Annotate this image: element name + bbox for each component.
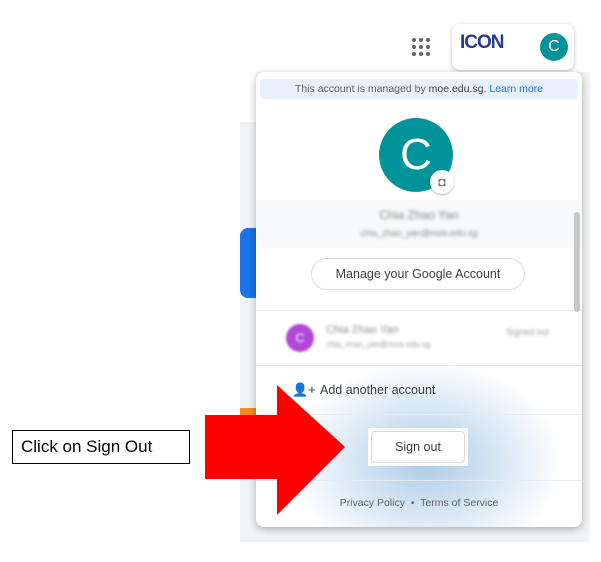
sign-out-label: Sign out — [371, 431, 465, 463]
separator: • — [410, 497, 415, 509]
background-blue-element — [240, 228, 256, 298]
avatar[interactable]: C — [540, 33, 568, 61]
manage-account-button[interactable]: Manage your Google Account — [311, 258, 525, 290]
managed-banner: This account is managed by moe.edu.sg. L… — [260, 79, 578, 99]
divider — [256, 310, 582, 311]
sign-out-button[interactable]: Sign out — [368, 428, 468, 466]
signed-out-status: Signed out — [506, 327, 550, 337]
terms-link[interactable]: Terms of Service — [420, 497, 498, 509]
grid-apps-icon[interactable] — [412, 38, 430, 56]
scrollbar[interactable] — [574, 212, 580, 312]
account-button[interactable]: ICON C — [452, 24, 574, 70]
other-account-email: chia_zhao_yan@xxxx.edu.sg — [326, 340, 431, 349]
other-account-name: Chia Zhao Yan — [326, 324, 399, 336]
learn-more-link[interactable]: Learn more — [489, 83, 543, 95]
divider — [256, 365, 582, 366]
account-name: Chia Zhao Yan — [379, 208, 459, 222]
icon-logo: ICON — [460, 32, 504, 53]
privacy-policy-link[interactable]: Privacy Policy — [340, 497, 405, 509]
red-arrow-icon — [205, 385, 345, 515]
account-email: chia_zhao_yan@moe.edu.sg — [360, 228, 478, 238]
instruction-callout: Click on Sign Out — [12, 430, 190, 464]
other-account-avatar: C — [286, 324, 314, 352]
camera-icon[interactable]: ◘ — [430, 170, 454, 194]
